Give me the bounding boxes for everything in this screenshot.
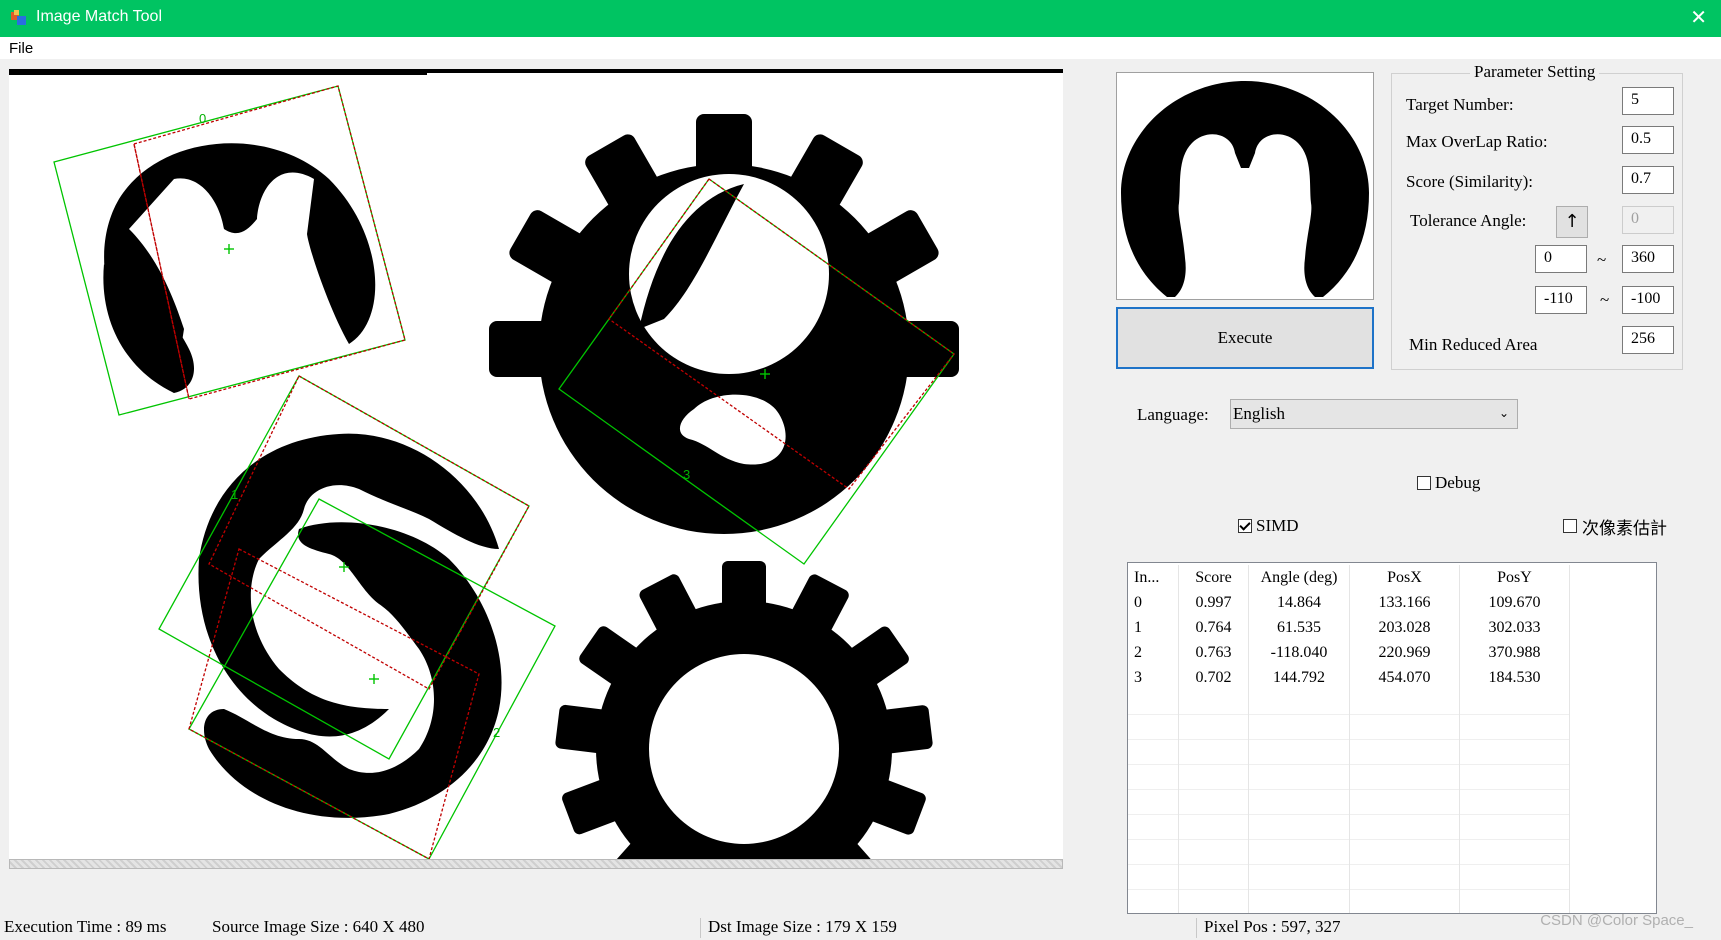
tolerance-angle-label: Tolerance Angle: (1410, 211, 1527, 230)
min-reduced-area-label: Min Reduced Area (1409, 335, 1538, 354)
cell-posx: 133.166 (1350, 590, 1460, 615)
tolerance-arrow-button[interactable]: ↑ (1556, 206, 1588, 238)
match-label-3: 3 (683, 467, 690, 482)
target-number-input[interactable]: 5 (1622, 87, 1674, 115)
cell-score: 0.764 (1179, 615, 1249, 640)
simd-checkbox[interactable] (1238, 519, 1252, 533)
cell-angle: 61.535 (1249, 615, 1350, 640)
angle-range2-max-input[interactable]: -100 (1622, 286, 1674, 314)
cell-posx: 454.070 (1350, 665, 1460, 690)
max-overlap-label: Max OverLap Ratio: (1406, 132, 1548, 151)
status-divider (700, 918, 701, 938)
score-label: Score (Similarity): (1406, 172, 1534, 191)
language-value: English (1233, 404, 1285, 423)
debug-label: Debug (1435, 473, 1481, 492)
target-number-label: Target Number: (1406, 95, 1514, 114)
canvas-top-border-2 (9, 73, 427, 75)
center-mark-2 (369, 674, 379, 684)
cell-posy: 302.033 (1460, 615, 1570, 640)
cell-angle: 14.864 (1249, 590, 1350, 615)
cell-score: 0.702 (1179, 665, 1249, 690)
cell-posx: 220.969 (1350, 640, 1460, 665)
pixel-pos: Pixel Pos : 597, 327 (1204, 917, 1341, 936)
center-mark-0 (224, 244, 234, 254)
menu-bar: File (0, 37, 1721, 59)
subpixel-label: 次像素估計 (1582, 519, 1667, 539)
cell-posy: 109.670 (1460, 590, 1570, 615)
angle-range1-min-input[interactable]: 0 (1535, 245, 1587, 273)
cell-index: 3 (1128, 665, 1179, 690)
status-bar: Execution Time : 89 ms Source Image Size… (0, 914, 1721, 940)
col-posx[interactable]: PosX (1350, 565, 1460, 590)
language-select[interactable]: English ⌄ (1230, 399, 1518, 429)
simd-label: SIMD (1256, 516, 1299, 535)
image-canvas[interactable]: 0 1 2 3 (9, 69, 1063, 869)
empty-grid (1128, 690, 1570, 913)
eclip-part-0 (103, 143, 376, 393)
match-result-view: 0 1 2 3 (9, 69, 1063, 869)
min-reduced-area-input[interactable]: 256 (1622, 326, 1674, 354)
status-divider (1196, 918, 1197, 938)
source-image-size: Source Image Size : 640 X 480 (212, 917, 425, 936)
col-angle[interactable]: Angle (deg) (1249, 565, 1350, 590)
watermark: CSDN @Color Space_ (1540, 912, 1693, 929)
parameter-setting-legend: Parameter Setting (1470, 62, 1600, 82)
title-bar: Image Match Tool ✕ (0, 0, 1721, 37)
range1-tilde: ~ (1597, 250, 1607, 269)
tolerance-angle-input[interactable]: 0 (1622, 206, 1674, 234)
menu-file[interactable]: File (9, 40, 33, 57)
canvas-top-border (9, 69, 1063, 73)
execute-button[interactable]: Execute (1116, 307, 1374, 369)
angle-range2-min-input[interactable]: -110 (1535, 286, 1587, 314)
cell-posx: 203.028 (1350, 615, 1460, 640)
gear-part-unmatched (555, 561, 933, 869)
cell-index: 1 (1128, 615, 1179, 640)
template-preview (1116, 72, 1374, 300)
col-posy[interactable]: PosY (1460, 565, 1570, 590)
cell-posy: 184.530 (1460, 665, 1570, 690)
col-index[interactable]: In... (1128, 565, 1179, 590)
window-title: Image Match Tool (36, 8, 162, 25)
match-label-2: 2 (493, 725, 500, 740)
match-label-1: 1 (231, 487, 238, 502)
max-overlap-input[interactable]: 0.5 (1622, 126, 1674, 154)
execution-time: Execution Time : 89 ms (4, 917, 167, 936)
col-score[interactable]: Score (1179, 565, 1249, 590)
cell-score: 0.997 (1179, 590, 1249, 615)
canvas-horizontal-scrollbar[interactable] (9, 859, 1063, 869)
cell-angle: 144.792 (1249, 665, 1350, 690)
cell-posy: 370.988 (1460, 640, 1570, 665)
range2-tilde: ~ (1600, 290, 1610, 309)
angle-range1-max-input[interactable]: 360 (1622, 245, 1674, 273)
cell-index: 0 (1128, 590, 1179, 615)
cell-index: 2 (1128, 640, 1179, 665)
match-label-0: 0 (199, 111, 206, 126)
app-icon (11, 10, 26, 25)
close-icon[interactable]: ✕ (1690, 5, 1707, 29)
chevron-down-icon: ⌄ (1498, 406, 1509, 420)
score-input[interactable]: 0.7 (1622, 166, 1674, 194)
dst-image-size: Dst Image Size : 179 X 159 (708, 917, 897, 936)
gear-part-matched (489, 114, 959, 534)
template-image (1121, 81, 1369, 297)
subpixel-checkbox[interactable] (1563, 519, 1577, 533)
results-table[interactable]: In... Score Angle (deg) PosX PosY 0 0.99… (1127, 562, 1657, 914)
debug-checkbox[interactable] (1417, 476, 1431, 490)
cell-angle: -118.040 (1249, 640, 1350, 665)
cell-score: 0.763 (1179, 640, 1249, 665)
language-label: Language: (1137, 405, 1209, 424)
